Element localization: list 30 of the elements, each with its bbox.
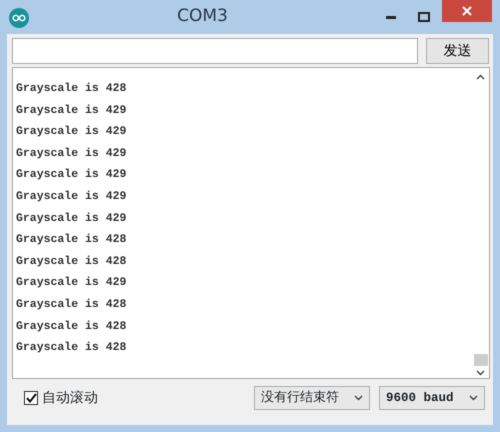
scroll-down-icon[interactable] [476, 370, 485, 376]
close-icon [462, 6, 472, 16]
line-ending-dropdown[interactable]: 没有行结束符 [254, 386, 370, 410]
close-button[interactable] [442, 0, 492, 22]
send-button[interactable]: 发送 [426, 38, 489, 64]
scroll-up-icon[interactable] [476, 74, 485, 80]
dropdown-chevron-icon [354, 395, 363, 401]
autoscroll-label[interactable]: 自动滚动 [42, 388, 98, 408]
output-line: Grayscale is 429 [16, 102, 128, 119]
output-line: Grayscale is 429 [16, 146, 128, 162]
send-field[interactable] [12, 38, 418, 64]
output-line: Grayscale is 429 [16, 167, 128, 184]
output-line: Grayscale is 429 [16, 210, 128, 227]
output-line: Grayscale is 428 [16, 254, 128, 270]
output-line: Grayscale is 429 [16, 275, 128, 292]
output-line: Grayscale is 428 [16, 296, 128, 313]
output-line: Grayscale is 428 [16, 232, 128, 248]
baud-rate-dropdown[interactable]: 9600 baud [379, 386, 485, 410]
maximize-icon [418, 12, 430, 22]
dropdown-chevron-icon [469, 395, 478, 401]
output-line: Grayscale is 428 [16, 81, 128, 97]
app-logo-icon [9, 8, 29, 28]
output-line: Grayscale is 428 [16, 318, 128, 335]
window-title: COM3 [176, 5, 229, 28]
scrollbar-thumb[interactable] [474, 354, 488, 366]
output-line: Grayscale is 429 [16, 188, 128, 205]
output-line: Grayscale is 428 [16, 340, 128, 356]
output-line: Grayscale is 429 [16, 124, 128, 140]
minimize-icon [386, 16, 396, 18]
autoscroll-checkbox[interactable] [24, 391, 38, 405]
